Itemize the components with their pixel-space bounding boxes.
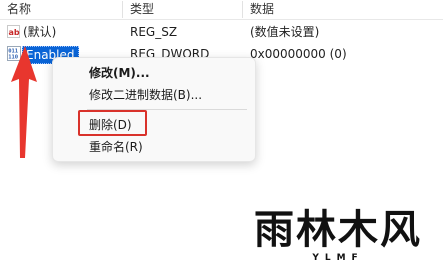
watermark-brand: 雨林木风	[254, 207, 422, 253]
column-header-name[interactable]: 名称	[0, 0, 123, 19]
menu-item-modify-binary[interactable]: 修改二进制数据(B)...	[53, 84, 255, 106]
list-header: 名称 类型 数据	[0, 0, 443, 20]
menu-item-rename[interactable]: 重命名(R)	[53, 136, 255, 158]
column-header-data[interactable]: 数据	[243, 0, 443, 19]
registry-value-row[interactable]: ab (默认) REG_SZ (数值未设置)	[0, 22, 443, 42]
watermark-logo: 雨林木风 YLMF	[238, 206, 438, 264]
annotation-highlight-box	[78, 110, 147, 136]
value-type: REG_SZ	[130, 25, 178, 39]
value-name: (默认)	[23, 25, 57, 39]
annotation-arrow-icon	[11, 46, 37, 158]
value-data: (数值未设置)	[250, 25, 320, 39]
svg-text:ab: ab	[9, 28, 20, 37]
value-data: 0x00000000 (0)	[250, 47, 347, 61]
menu-item-modify[interactable]: 修改(M)...	[53, 62, 255, 84]
string-value-icon: ab	[7, 25, 20, 38]
column-header-type[interactable]: 类型	[123, 0, 243, 19]
watermark-sub: YLMF	[312, 253, 364, 263]
